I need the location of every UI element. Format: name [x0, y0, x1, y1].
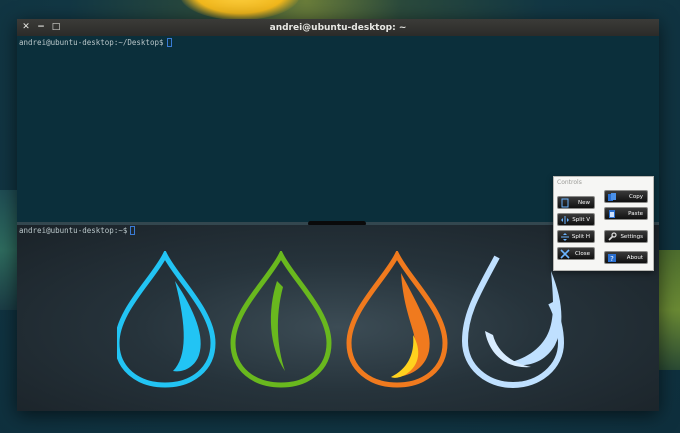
split-h-button-label: Split H — [571, 233, 590, 240]
split-v-button-label: Split V — [572, 216, 590, 223]
svg-text:?: ? — [610, 255, 614, 263]
split-h-button[interactable]: Split H — [557, 230, 595, 243]
wallpaper-leaf-right — [658, 250, 680, 370]
wallpaper-drops — [117, 251, 565, 389]
green-drop-icon — [230, 251, 332, 388]
cursor-bottom — [130, 226, 136, 235]
pale-blue-drop-icon — [461, 255, 565, 389]
cursor-top — [166, 38, 172, 47]
about-icon: ? — [608, 254, 616, 263]
window-titlebar[interactable]: ✕ − □ andrei@ubuntu-desktop: ~ — [17, 19, 659, 36]
prompt-text-top: andrei@ubuntu-desktop:~/Desktop$ — [19, 38, 164, 47]
controls-title: Controls — [557, 179, 582, 186]
about-button-label: About — [626, 254, 643, 261]
window-close-icon[interactable]: ✕ — [21, 22, 31, 32]
new-button[interactable]: New — [557, 196, 595, 209]
split-v-icon — [561, 216, 569, 224]
about-button[interactable]: ? About — [604, 251, 648, 264]
window-title: andrei@ubuntu-desktop: ~ — [269, 22, 407, 33]
blue-drop-icon — [117, 251, 216, 388]
prompt-line-top: andrei@ubuntu-desktop:~/Desktop$ — [19, 38, 172, 47]
close-icon — [560, 249, 570, 259]
paste-icon — [609, 210, 615, 218]
copy-button[interactable]: Copy — [604, 190, 648, 203]
settings-icon — [608, 232, 617, 241]
copy-icon — [608, 193, 616, 201]
window-maximize-icon[interactable]: □ — [51, 22, 61, 32]
wallpaper-flower — [180, 0, 300, 20]
new-icon — [561, 198, 569, 208]
new-button-label: New — [578, 199, 590, 206]
orange-drop-icon — [346, 251, 448, 388]
settings-button-label: Settings — [620, 233, 643, 240]
window-minimize-icon[interactable]: − — [36, 22, 46, 32]
controls-panel: Controls New Copy Split V Paste Split H … — [553, 176, 654, 271]
paste-button-label: Paste — [628, 210, 643, 217]
close-button-label: Close — [575, 250, 590, 257]
copy-button-label: Copy — [629, 193, 643, 200]
window-controls: ✕ − □ — [21, 22, 61, 32]
settings-button[interactable]: Settings — [604, 230, 648, 243]
prompt-text-bottom: andrei@ubuntu-desktop:~$ — [19, 226, 128, 235]
split-h-icon — [561, 233, 569, 241]
split-v-button[interactable]: Split V — [557, 213, 595, 226]
prompt-line-bottom: andrei@ubuntu-desktop:~$ — [19, 226, 136, 235]
paste-button[interactable]: Paste — [604, 207, 648, 220]
close-button[interactable]: Close — [557, 247, 595, 260]
